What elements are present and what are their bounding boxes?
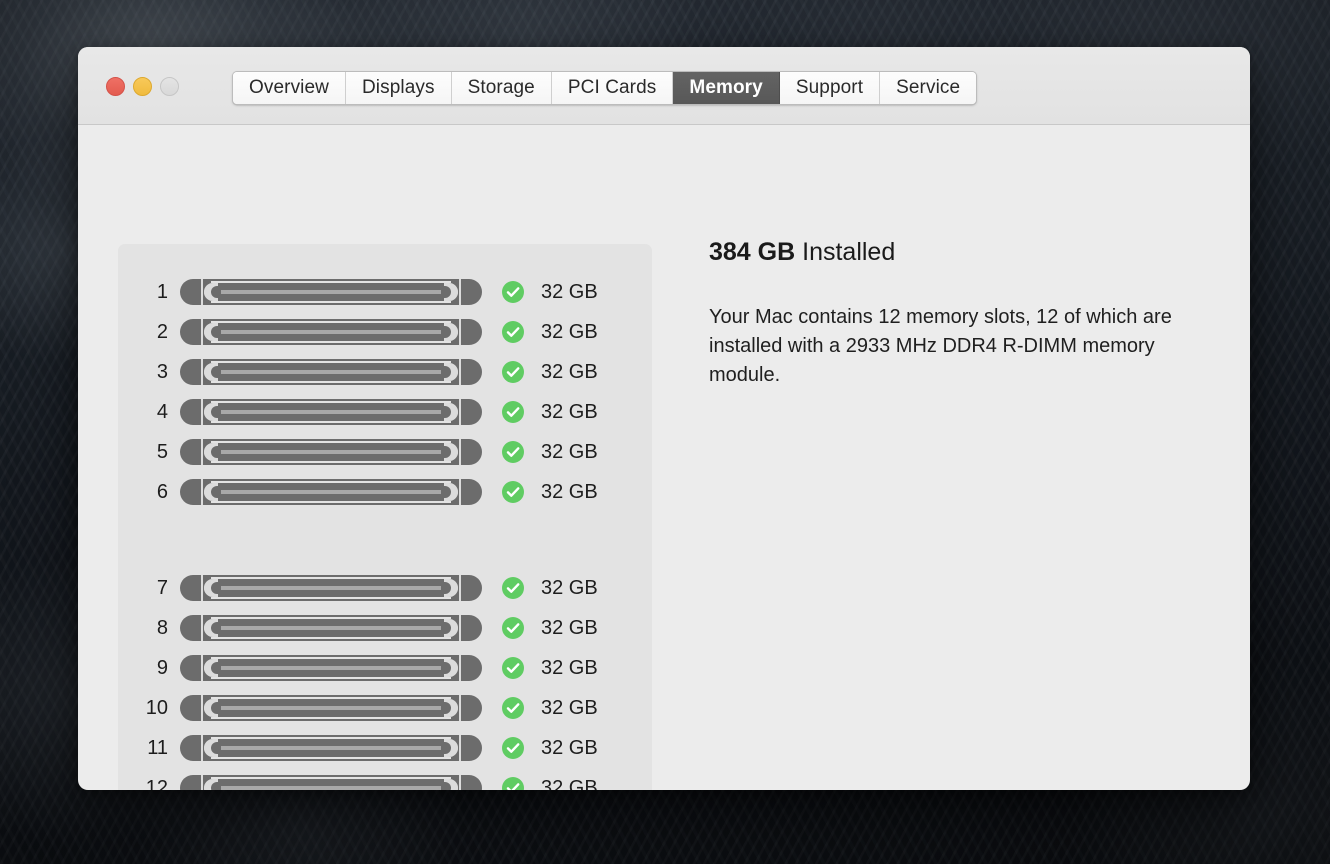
slot-number: 10 [145, 696, 168, 719]
table-row: 8 32 GB [118, 608, 652, 648]
table-row: 6 32 GB [118, 472, 652, 512]
check-circle-icon [502, 617, 524, 639]
zoom-button[interactable] [160, 77, 179, 96]
dimm-module-icon [180, 399, 482, 425]
memory-tab-content: 1 32 GB 2 32 GB 3 32 GB 4 32 GB 5 32 GB … [78, 125, 1250, 790]
check-circle-icon [502, 401, 524, 423]
table-row: 4 32 GB [118, 392, 652, 432]
check-circle-icon [502, 321, 524, 343]
check-circle-icon [502, 281, 524, 303]
window-controls [106, 77, 179, 96]
dimm-module-icon [180, 775, 482, 790]
check-circle-icon [502, 577, 524, 599]
memory-description: Your Mac contains 12 memory slots, 12 of… [709, 306, 1172, 386]
slot-number: 9 [156, 656, 168, 679]
table-row: 3 32 GB [118, 352, 652, 392]
minimize-button[interactable] [133, 77, 152, 96]
table-row: 5 32 GB [118, 432, 652, 472]
dimm-module-icon [180, 359, 482, 385]
slot-number: 11 [147, 736, 168, 759]
tab-memory[interactable]: Memory [673, 72, 780, 104]
check-circle-icon [502, 657, 524, 679]
slot-number: 12 [145, 776, 168, 791]
slot-size: 32 GB [541, 616, 598, 639]
slot-size: 32 GB [541, 280, 598, 303]
check-circle-icon [502, 361, 524, 383]
check-circle-icon [502, 481, 524, 503]
tab-support[interactable]: Support [779, 72, 881, 104]
dimm-module-icon [180, 479, 482, 505]
slot-size: 32 GB [541, 440, 598, 463]
tab-storage[interactable]: Storage [451, 72, 552, 104]
dimm-module-icon [180, 615, 482, 641]
dimm-module-icon [180, 439, 482, 465]
slot-number: 3 [156, 360, 168, 383]
dimm-module-icon [180, 695, 482, 721]
dimm-module-icon [180, 575, 482, 601]
tab-service[interactable]: Service [880, 72, 977, 104]
table-row: 1 32 GB [118, 272, 652, 312]
slot-size: 32 GB [541, 480, 598, 503]
tab-displays[interactable]: Displays [345, 72, 452, 104]
memory-slot-group-upper: 1 32 GB 2 32 GB 3 32 GB 4 32 GB 5 32 GB … [118, 272, 652, 512]
dimm-module-icon [180, 279, 482, 305]
table-row: 9 32 GB [118, 648, 652, 688]
check-circle-icon [502, 441, 524, 463]
slot-size: 32 GB [541, 320, 598, 343]
slot-number: 1 [156, 280, 168, 303]
close-button[interactable] [106, 77, 125, 96]
slot-size: 32 GB [541, 696, 598, 719]
tab-overview[interactable]: Overview [233, 72, 346, 104]
installed-total: 384 GB Installed [709, 238, 1209, 267]
slot-number: 8 [156, 616, 168, 639]
slot-size: 32 GB [541, 656, 598, 679]
slot-size: 32 GB [541, 776, 598, 791]
table-row: 2 32 GB [118, 312, 652, 352]
check-circle-icon [502, 777, 524, 790]
slot-number: 6 [156, 480, 168, 503]
table-row: 11 32 GB [118, 728, 652, 768]
slot-number: 7 [156, 576, 168, 599]
dimm-module-icon [180, 735, 482, 761]
dimm-module-icon [180, 655, 482, 681]
table-row: 10 32 GB [118, 688, 652, 728]
check-circle-icon [502, 737, 524, 759]
slot-size: 32 GB [541, 400, 598, 423]
memory-slots-panel: 1 32 GB 2 32 GB 3 32 GB 4 32 GB 5 32 GB … [118, 244, 652, 790]
memory-info-panel: 384 GB Installed Your Mac contains 12 me… [709, 238, 1209, 390]
slot-number: 5 [156, 440, 168, 463]
slot-size: 32 GB [541, 576, 598, 599]
dimm-module-icon [180, 319, 482, 345]
tab-bar: Overview Displays Storage PCI Cards Memo… [232, 71, 978, 105]
window-titlebar: Overview Displays Storage PCI Cards Memo… [78, 47, 1250, 125]
installed-amount: 384 GB [709, 238, 796, 266]
slot-size: 32 GB [541, 360, 598, 383]
tab-pci-cards[interactable]: PCI Cards [551, 72, 674, 104]
installed-suffix: Installed [795, 238, 896, 266]
table-row: 12 32 GB [118, 768, 652, 790]
check-circle-icon [502, 697, 524, 719]
slot-number: 2 [156, 320, 168, 343]
slot-size: 32 GB [541, 736, 598, 759]
table-row: 7 32 GB [118, 568, 652, 608]
slot-number: 4 [156, 400, 168, 423]
memory-slot-group-lower: 7 32 GB 8 32 GB 9 32 GB 10 32 GB 11 32 G… [118, 568, 652, 790]
about-this-mac-window: Overview Displays Storage PCI Cards Memo… [78, 47, 1250, 790]
